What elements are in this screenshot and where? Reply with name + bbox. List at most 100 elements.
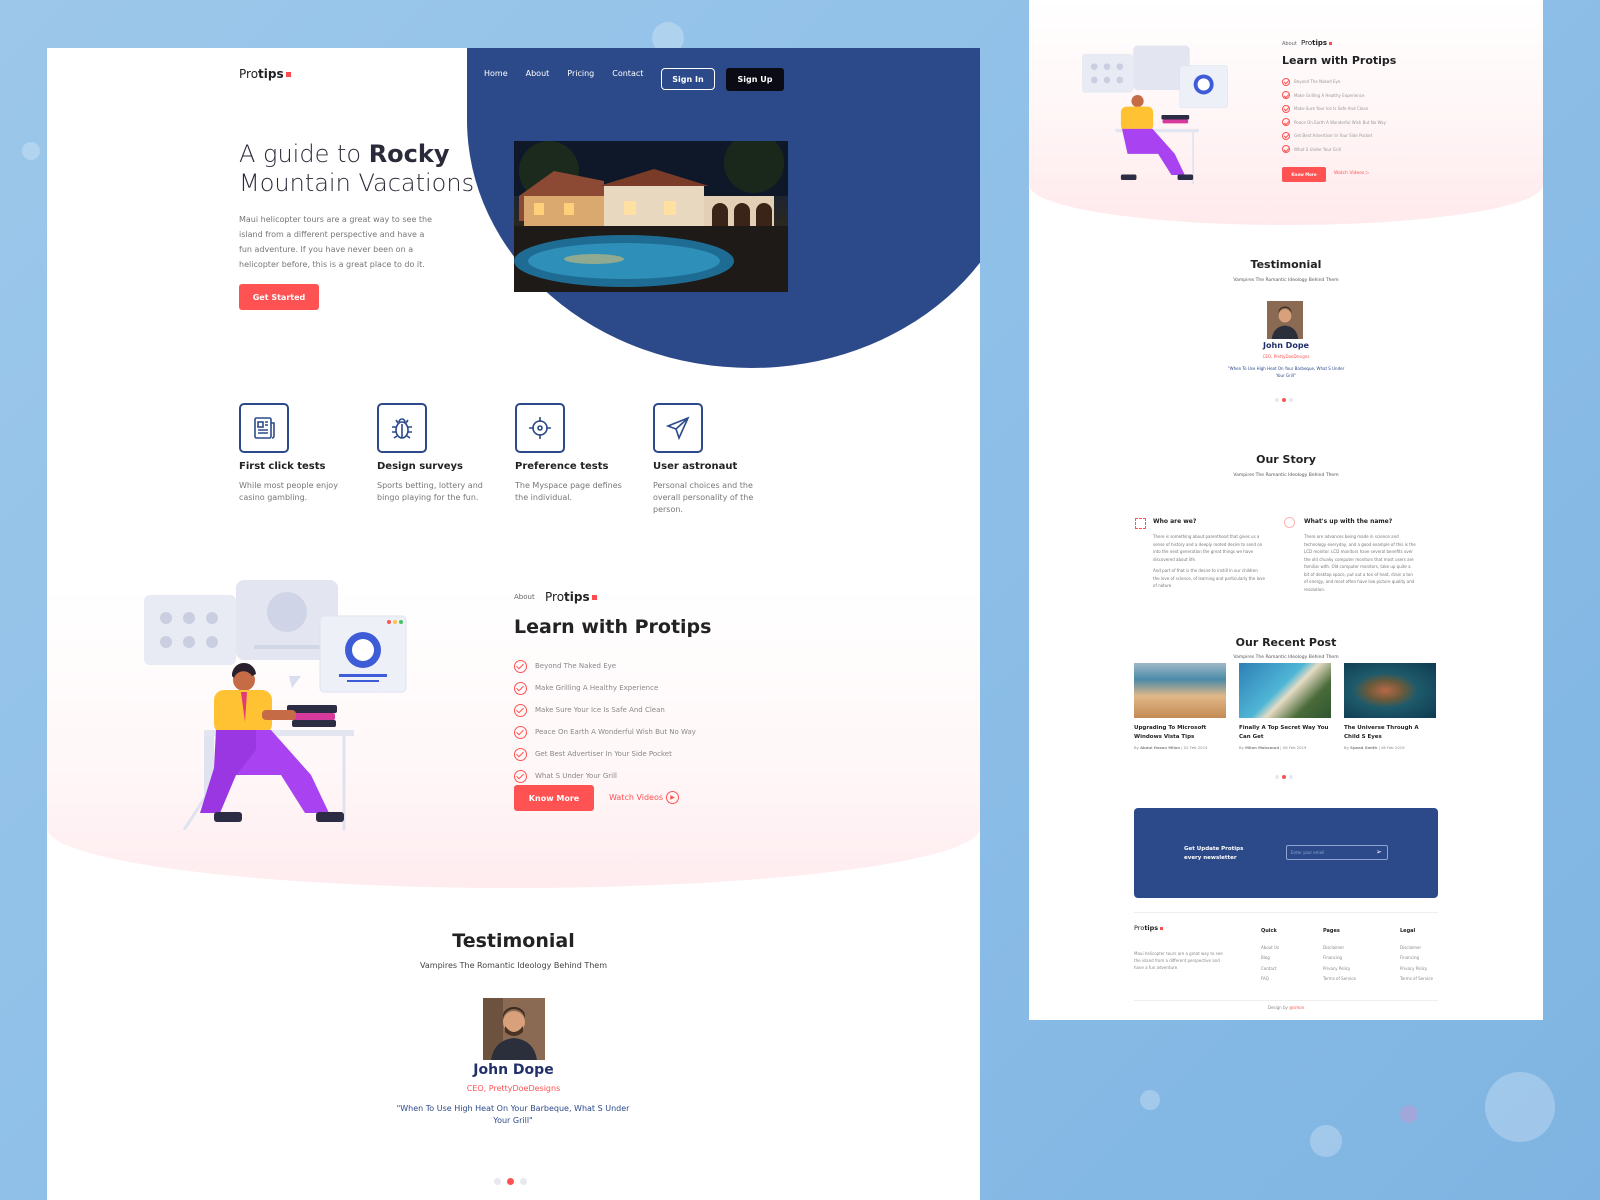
checklist-item: Beyond The Naked Eye — [514, 655, 696, 677]
footer-link[interactable]: Terms of Service — [1323, 974, 1356, 985]
blog-post-card[interactable]: The Universe Through A Child S Eyes By S… — [1344, 663, 1436, 750]
footer-link[interactable]: Contact — [1261, 964, 1279, 975]
send-icon[interactable]: ➢ — [1376, 848, 1385, 857]
top-nav: Home About Pricing Contact — [484, 69, 643, 78]
pagination-dot[interactable] — [1289, 398, 1293, 402]
pagination-dot[interactable] — [1275, 775, 1279, 779]
watch-videos-link[interactable]: Watch Videos ▶ — [609, 791, 680, 804]
hero-description: Maui helicopter tours are a great way to… — [239, 215, 433, 269]
footer-bottom-divider — [1134, 1000, 1438, 1001]
nav-contact[interactable]: Contact — [612, 69, 643, 78]
brand-dot — [1160, 926, 1164, 930]
post-author: Milon Mahamud — [1245, 745, 1280, 750]
hero-title-plain: A guide to — [239, 140, 369, 168]
footer-credit-name[interactable]: @smon — [1289, 1005, 1304, 1010]
testimonial-name: John Dope — [473, 1062, 554, 1078]
nav-home[interactable]: Home — [484, 69, 508, 78]
footer-link[interactable]: Terms of Service — [1400, 974, 1433, 985]
feature-text: Sports betting, lottery and bingo playin… — [377, 481, 483, 502]
footer-credit-prefix: Design by — [1267, 1005, 1290, 1010]
footer-pages-column: Pages Disclaimer Financing Privacy Polic… — [1323, 926, 1356, 985]
hero-photo — [514, 141, 788, 292]
play-icon: ▶ — [666, 791, 680, 804]
about-title: Learn with Protips — [1282, 54, 1397, 67]
nav-pricing[interactable]: Pricing — [567, 69, 594, 78]
feature-card: First click tests While most people enjo… — [239, 403, 357, 516]
story-subtitle: Vampires The Romantic Ideology Behind Th… — [1233, 473, 1339, 478]
pagination-dot-active[interactable] — [1282, 775, 1286, 779]
paper-plane-icon — [653, 403, 703, 453]
post-date: 08 Feb 2019 — [1282, 745, 1307, 750]
brand-name-part1: Pro — [1301, 39, 1313, 47]
know-more-button[interactable]: Know More — [514, 785, 594, 811]
nav-about[interactable]: About — [526, 69, 550, 78]
brand-logo[interactable]: Protips — [239, 67, 291, 81]
expand-icon — [1135, 518, 1146, 529]
checklist-item: What S Under Your Grill — [514, 765, 696, 787]
brand-dot — [285, 72, 291, 77]
checklist-item: Make Grilling A Healthy Experience — [514, 677, 696, 699]
brand-name-part1: Pro — [545, 590, 565, 604]
person-working-illustration — [1082, 45, 1228, 185]
footer-divider — [1134, 912, 1438, 913]
email-field[interactable]: Enter your email ➢ — [1286, 845, 1388, 860]
know-more-button[interactable]: Know More — [1282, 167, 1326, 182]
fingerprint-icon — [1284, 517, 1295, 528]
pagination-dot-active[interactable] — [1282, 398, 1286, 402]
check-circle-icon — [1282, 118, 1290, 127]
pagination-dot[interactable] — [1289, 775, 1293, 779]
newsletter-line1: Get Update Protips — [1184, 846, 1244, 852]
checklist-text: Make Grilling A Healthy Experience — [1294, 92, 1365, 98]
brand-dot — [1329, 41, 1333, 45]
checklist-item: Peace On Earth A Wonderful Wish But No W… — [1282, 116, 1386, 130]
footer-link[interactable]: Privacy Policy — [1323, 964, 1356, 975]
pagination-dot[interactable] — [520, 1178, 527, 1185]
newsletter-text: Get Update Protips every newsletter — [1184, 845, 1243, 863]
footer-quick-title: Quick — [1261, 928, 1277, 934]
feature-title: Preference tests — [515, 461, 609, 472]
check-circle-icon — [514, 703, 527, 717]
background-bubble — [22, 142, 40, 160]
footer-link[interactable]: Disclaimer — [1400, 943, 1433, 954]
footer-link[interactable]: Disclaimer — [1323, 943, 1356, 954]
watch-videos-link[interactable]: Watch Videos ▷ — [1334, 171, 1369, 176]
check-circle-icon — [1282, 91, 1290, 100]
footer-link[interactable]: About Us — [1261, 943, 1279, 954]
post-image — [1239, 663, 1331, 718]
footer-link[interactable]: FAQ — [1261, 974, 1279, 985]
watch-videos-label: Watch Videos — [1334, 171, 1365, 176]
story-col1-text: There is something about parenthood that… — [1153, 534, 1263, 562]
testimonial-quote: "When To Use High Heat On Your Barbeque,… — [396, 1104, 630, 1125]
footer-pages-title: Pages — [1323, 928, 1340, 934]
sign-in-button[interactable]: Sign In — [661, 68, 715, 90]
brand-name-part2: tips — [1312, 39, 1328, 47]
footer-link[interactable]: Blog — [1261, 953, 1279, 964]
testimonial-quote: "When To Use High Heat On Your Barbeque,… — [1227, 366, 1345, 378]
checklist-text: Beyond The Naked Eye — [1294, 79, 1341, 85]
check-circle-icon — [1282, 104, 1290, 113]
about-checklist: Beyond The Naked Eye Make Grilling A Hea… — [1282, 75, 1386, 156]
about-brand-logo: Protips — [1301, 39, 1333, 47]
brand-name-part2: tips — [1144, 924, 1159, 932]
newspaper-icon — [239, 403, 289, 453]
landing-page-preview: About Protips Learn with Protips Beyond … — [1029, 0, 1543, 1020]
pagination-dot[interactable] — [1275, 398, 1279, 402]
about-checklist: Beyond The Naked Eye Make Grilling A Hea… — [514, 655, 696, 787]
pagination-dot[interactable] — [494, 1178, 501, 1185]
pagination-dot-active[interactable] — [507, 1178, 514, 1185]
story-col2-title: What's up with the name? — [1304, 518, 1393, 525]
get-started-button[interactable]: Get Started — [239, 284, 319, 310]
blog-post-card[interactable]: Upgrading To Microsoft Windows Vista Tip… — [1134, 663, 1226, 750]
footer-link[interactable]: Privacy Policy — [1400, 964, 1433, 975]
story-title: Our Story — [1256, 453, 1316, 466]
checklist-item: Get Best Advertiser In Your Side Pocket — [1282, 129, 1386, 143]
blog-post-card[interactable]: Finally A Top Secret Way You Can Get By … — [1239, 663, 1331, 750]
footer-link[interactable]: Financing — [1323, 953, 1356, 964]
footer-brand-logo[interactable]: Protips — [1134, 924, 1164, 932]
story-col2-text: There are advances being made in science… — [1304, 534, 1416, 592]
recent-subtitle: Vampires The Romantic Ideology Behind Th… — [1233, 655, 1339, 660]
post-meta-by: By — [1134, 745, 1139, 750]
sign-up-button[interactable]: Sign Up — [726, 68, 784, 91]
footer-link[interactable]: Financing — [1400, 953, 1433, 964]
post-meta: By Speed Smith | 08 Feb 2019 — [1344, 745, 1405, 750]
